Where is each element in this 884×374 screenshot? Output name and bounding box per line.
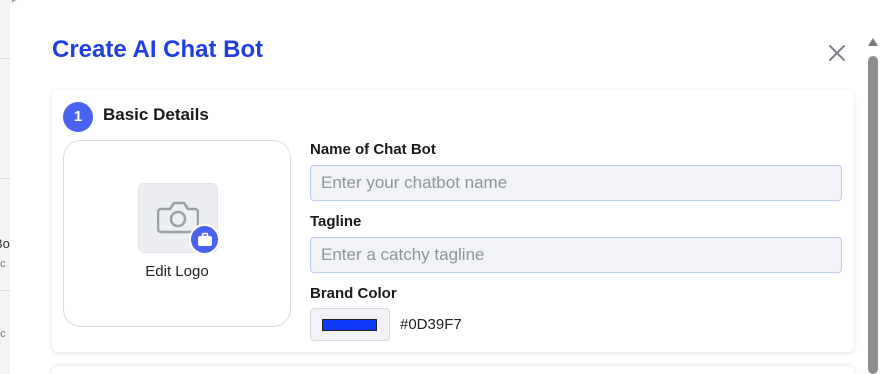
background-item-title: Bo: [0, 236, 10, 251]
step-number-badge: 1: [63, 102, 93, 132]
scroll-thumb[interactable]: [868, 56, 878, 374]
logo-placeholder: [138, 183, 220, 255]
vertical-scrollbar[interactable]: [867, 38, 878, 374]
brand-color-fill: [322, 319, 377, 331]
tagline-label: Tagline: [310, 213, 362, 230]
modal-title: Create AI Chat Bot: [52, 36, 264, 63]
edit-logo-label: Edit Logo: [145, 263, 209, 280]
edit-logo-badge[interactable]: [189, 224, 220, 255]
scroll-up-arrow-icon[interactable]: [868, 38, 878, 46]
close-button[interactable]: [826, 42, 848, 64]
create-chatbot-modal: Create AI Chat Bot 1 Basic Details Edit …: [10, 0, 884, 374]
brand-color-picker[interactable]: [310, 308, 390, 341]
close-icon: [829, 45, 845, 61]
section-title: Basic Details: [103, 105, 209, 124]
tagline-input[interactable]: [310, 237, 842, 273]
basic-details-card: 1 Basic Details Edit Logo Name of Chat B…: [52, 90, 854, 352]
next-section-card: [52, 366, 854, 374]
background-item-subtitle: pc: [0, 258, 6, 270]
briefcase-icon: [198, 232, 212, 246]
brand-color-label: Brand Color: [310, 285, 397, 302]
chatbot-name-input[interactable]: [310, 165, 842, 201]
edit-logo-button[interactable]: Edit Logo: [63, 140, 291, 327]
brand-color-value: #0D39F7: [400, 316, 462, 333]
chatbot-name-label: Name of Chat Bot: [310, 141, 436, 158]
background-item-subtitle: pc: [0, 328, 6, 340]
